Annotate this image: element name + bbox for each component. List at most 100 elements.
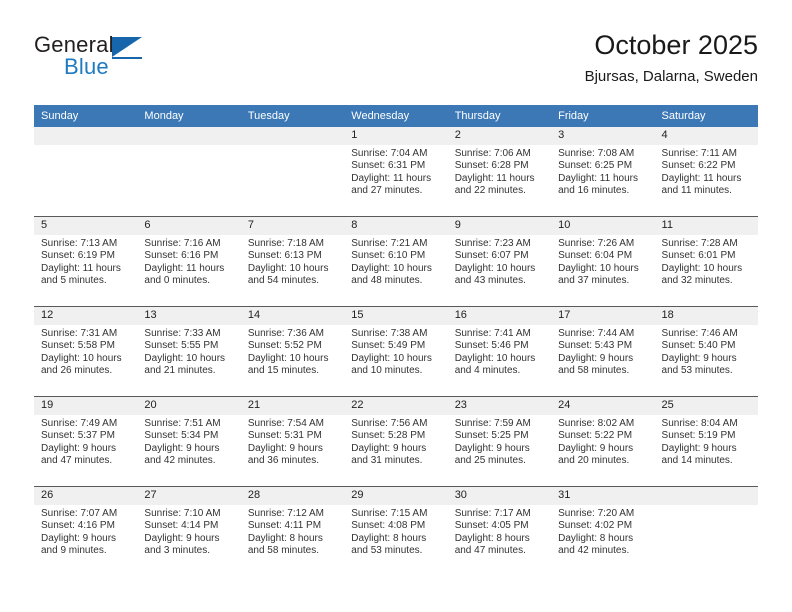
- page-subtitle: Bjursas, Dalarna, Sweden: [584, 68, 758, 85]
- day-details: Sunrise: 7:17 AM Sunset: 4:05 PM Dayligh…: [448, 505, 551, 558]
- sunset-text: Sunset: 4:11 PM: [247, 520, 322, 532]
- sunset-text: Sunset: 5:31 PM: [247, 430, 322, 442]
- page-header: General Blue October 2025 Bjursas, Dalar…: [34, 28, 758, 94]
- week-row: 12 Sunrise: 7:31 AM Sunset: 5:58 PM Dayl…: [34, 306, 758, 397]
- day-cell[interactable]: [137, 127, 241, 217]
- day-cell[interactable]: 7 Sunrise: 7:18 AM Sunset: 6:13 PM Dayli…: [240, 216, 345, 307]
- day-details: Sunrise: 7:10 AM Sunset: 4:14 PM Dayligh…: [137, 505, 240, 558]
- daylight-text: Daylight: 10 hours and 21 minutes.: [144, 352, 226, 377]
- day-cell[interactable]: 16 Sunrise: 7:41 AM Sunset: 5:46 PM Dayl…: [447, 306, 552, 397]
- daylight-text: Daylight: 11 hours and 22 minutes.: [454, 172, 535, 197]
- sunset-text: Sunset: 5:34 PM: [144, 430, 219, 442]
- sunrise-text: Sunrise: 7:46 AM: [661, 328, 738, 339]
- day-details: Sunrise: 8:04 AM Sunset: 5:19 PM Dayligh…: [655, 415, 758, 468]
- sunrise-text: Sunrise: 7:10 AM: [144, 508, 221, 519]
- calendar-body: 1 Sunrise: 7:04 AM Sunset: 6:31 PM Dayli…: [34, 127, 758, 576]
- day-cell[interactable]: 26 Sunrise: 7:07 AM Sunset: 4:16 PM Dayl…: [34, 486, 138, 576]
- sunset-text: Sunset: 5:22 PM: [558, 430, 633, 442]
- day-number: [654, 487, 758, 505]
- sunset-text: Sunset: 5:19 PM: [661, 430, 736, 442]
- daylight-text: Daylight: 8 hours and 42 minutes.: [558, 532, 634, 557]
- day-cell[interactable]: 5 Sunrise: 7:13 AM Sunset: 6:19 PM Dayli…: [34, 216, 138, 307]
- day-cell[interactable]: 11 Sunrise: 7:28 AM Sunset: 6:01 PM Dayl…: [654, 216, 758, 307]
- day-cell[interactable]: 20 Sunrise: 7:51 AM Sunset: 5:34 PM Dayl…: [137, 396, 241, 487]
- sunrise-text: Sunrise: 8:04 AM: [661, 418, 738, 429]
- sunrise-text: Sunrise: 7:26 AM: [558, 238, 635, 249]
- day-details: Sunrise: 7:41 AM Sunset: 5:46 PM Dayligh…: [448, 325, 551, 378]
- day-cell[interactable]: 25 Sunrise: 8:04 AM Sunset: 5:19 PM Dayl…: [654, 396, 758, 487]
- day-cell[interactable]: 13 Sunrise: 7:33 AM Sunset: 5:55 PM Dayl…: [137, 306, 241, 397]
- day-number: [137, 127, 241, 145]
- weekday-header-tuesday: Tuesday: [240, 105, 345, 127]
- daylight-text: Daylight: 10 hours and 48 minutes.: [351, 262, 432, 287]
- sunrise-text: Sunrise: 7:56 AM: [351, 418, 428, 429]
- day-number: 6: [137, 217, 241, 235]
- day-cell[interactable]: 14 Sunrise: 7:36 AM Sunset: 5:52 PM Dayl…: [240, 306, 345, 397]
- sunrise-text: Sunrise: 7:17 AM: [454, 508, 531, 519]
- day-cell[interactable]: 9 Sunrise: 7:23 AM Sunset: 6:07 PM Dayli…: [447, 216, 552, 307]
- sunset-text: Sunset: 6:10 PM: [351, 250, 426, 262]
- day-cell[interactable]: 19 Sunrise: 7:49 AM Sunset: 5:37 PM Dayl…: [34, 396, 138, 487]
- sunset-text: Sunset: 4:14 PM: [144, 520, 219, 532]
- day-cell[interactable]: 30 Sunrise: 7:17 AM Sunset: 4:05 PM Dayl…: [447, 486, 552, 576]
- sunset-text: Sunset: 4:05 PM: [454, 520, 529, 532]
- daylight-text: Daylight: 9 hours and 36 minutes.: [247, 442, 323, 467]
- daylight-text: Daylight: 9 hours and 20 minutes.: [558, 442, 634, 467]
- sunrise-text: Sunrise: 7:13 AM: [41, 238, 118, 249]
- day-number: 7: [240, 217, 345, 235]
- general-blue-logo[interactable]: General Blue: [34, 32, 224, 88]
- day-cell[interactable]: 17 Sunrise: 7:44 AM Sunset: 5:43 PM Dayl…: [551, 306, 655, 397]
- daylight-text: Daylight: 11 hours and 11 minutes.: [661, 172, 742, 197]
- day-cell[interactable]: 18 Sunrise: 7:46 AM Sunset: 5:40 PM Dayl…: [654, 306, 758, 397]
- day-cell[interactable]: 21 Sunrise: 7:54 AM Sunset: 5:31 PM Dayl…: [240, 396, 345, 487]
- sunrise-text: Sunrise: 7:44 AM: [558, 328, 635, 339]
- day-cell[interactable]: 4 Sunrise: 7:11 AM Sunset: 6:22 PM Dayli…: [654, 127, 758, 217]
- blue-triangle-flag-icon: [112, 37, 142, 57]
- day-number: 23: [447, 397, 552, 415]
- day-details: Sunrise: 7:18 AM Sunset: 6:13 PM Dayligh…: [241, 235, 344, 288]
- day-cell[interactable]: 27 Sunrise: 7:10 AM Sunset: 4:14 PM Dayl…: [137, 486, 241, 576]
- sunset-text: Sunset: 4:02 PM: [558, 520, 633, 532]
- daylight-text: Daylight: 9 hours and 53 minutes.: [661, 352, 737, 377]
- daylight-text: Daylight: 8 hours and 53 minutes.: [351, 532, 427, 557]
- sunset-text: Sunset: 5:55 PM: [144, 340, 219, 352]
- sunset-text: Sunset: 5:58 PM: [41, 340, 115, 352]
- day-cell[interactable]: 8 Sunrise: 7:21 AM Sunset: 6:10 PM Dayli…: [344, 216, 448, 307]
- day-cell[interactable]: 22 Sunrise: 7:56 AM Sunset: 5:28 PM Dayl…: [344, 396, 448, 487]
- day-cell[interactable]: 29 Sunrise: 7:15 AM Sunset: 4:08 PM Dayl…: [344, 486, 448, 576]
- day-cell[interactable]: 1 Sunrise: 7:04 AM Sunset: 6:31 PM Dayli…: [344, 127, 448, 217]
- sunset-text: Sunset: 5:46 PM: [454, 340, 529, 352]
- sunrise-text: Sunrise: 7:59 AM: [454, 418, 531, 429]
- day-cell[interactable]: 24 Sunrise: 8:02 AM Sunset: 5:22 PM Dayl…: [551, 396, 655, 487]
- day-details: Sunrise: 7:11 AM Sunset: 6:22 PM Dayligh…: [655, 145, 758, 198]
- day-cell[interactable]: 10 Sunrise: 7:26 AM Sunset: 6:04 PM Dayl…: [551, 216, 655, 307]
- day-cell[interactable]: 15 Sunrise: 7:38 AM Sunset: 5:49 PM Dayl…: [344, 306, 448, 397]
- day-number: 15: [344, 307, 448, 325]
- daylight-text: Daylight: 10 hours and 4 minutes.: [454, 352, 536, 377]
- daylight-text: Daylight: 10 hours and 26 minutes.: [41, 352, 122, 377]
- sunset-text: Sunset: 6:25 PM: [558, 160, 633, 172]
- day-cell[interactable]: 31 Sunrise: 7:20 AM Sunset: 4:02 PM Dayl…: [551, 486, 655, 576]
- day-cell[interactable]: [34, 127, 138, 217]
- day-details: Sunrise: 7:15 AM Sunset: 4:08 PM Dayligh…: [344, 505, 447, 558]
- day-cell[interactable]: 2 Sunrise: 7:06 AM Sunset: 6:28 PM Dayli…: [447, 127, 552, 217]
- daylight-text: Daylight: 8 hours and 58 minutes.: [247, 532, 323, 557]
- sunset-text: Sunset: 6:31 PM: [351, 160, 426, 172]
- day-cell[interactable]: 6 Sunrise: 7:16 AM Sunset: 6:16 PM Dayli…: [137, 216, 241, 307]
- day-cell[interactable]: 12 Sunrise: 7:31 AM Sunset: 5:58 PM Dayl…: [34, 306, 138, 397]
- day-cell[interactable]: 28 Sunrise: 7:12 AM Sunset: 4:11 PM Dayl…: [240, 486, 345, 576]
- day-details: Sunrise: 7:54 AM Sunset: 5:31 PM Dayligh…: [241, 415, 344, 468]
- day-cell[interactable]: 3 Sunrise: 7:08 AM Sunset: 6:25 PM Dayli…: [551, 127, 655, 217]
- day-number: 28: [240, 487, 345, 505]
- day-number: 1: [344, 127, 448, 145]
- day-cell[interactable]: 23 Sunrise: 7:59 AM Sunset: 5:25 PM Dayl…: [447, 396, 552, 487]
- sunrise-text: Sunrise: 7:18 AM: [247, 238, 324, 249]
- day-details: Sunrise: 7:21 AM Sunset: 6:10 PM Dayligh…: [344, 235, 447, 288]
- daylight-text: Daylight: 10 hours and 32 minutes.: [661, 262, 743, 287]
- day-cell[interactable]: [654, 486, 758, 576]
- logo-underline: [112, 57, 142, 59]
- daylight-text: Daylight: 11 hours and 5 minutes.: [41, 262, 121, 287]
- day-cell[interactable]: [240, 127, 345, 217]
- daylight-text: Daylight: 9 hours and 14 minutes.: [661, 442, 737, 467]
- sunset-text: Sunset: 5:28 PM: [351, 430, 426, 442]
